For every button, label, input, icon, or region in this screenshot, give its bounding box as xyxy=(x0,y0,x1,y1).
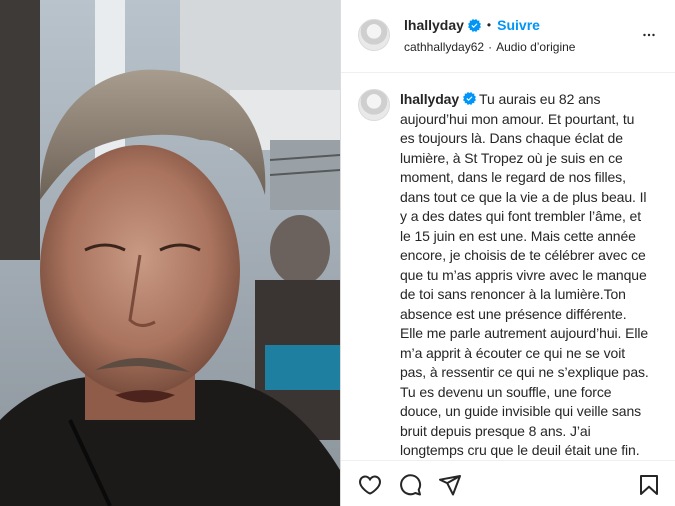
post-media-video[interactable] xyxy=(0,0,340,506)
caption-avatar[interactable] xyxy=(358,89,390,121)
caption-block: lhallyday Tu aurais eu 82 ans aujourd’hu… xyxy=(400,90,650,460)
post-header: lhallyday • Suivre cathhallyday62 · Audi… xyxy=(341,0,675,73)
send-icon[interactable] xyxy=(438,473,462,497)
post-side-panel: lhallyday • Suivre cathhallyday62 · Audi… xyxy=(340,0,675,506)
caption-area: lhallyday Tu aurais eu 82 ans aujourd’hu… xyxy=(341,73,675,460)
author-avatar[interactable] xyxy=(358,19,390,51)
author-line: lhallyday • Suivre xyxy=(404,17,540,33)
audio-label[interactable]: Audio d’origine xyxy=(496,40,575,54)
verified-badge-icon xyxy=(463,92,477,105)
caption-text: Tu aurais eu 82 ans aujourd’hui mon amou… xyxy=(400,91,649,458)
video-frame-image xyxy=(0,0,340,506)
verified-badge-icon xyxy=(467,18,481,32)
heart-icon[interactable] xyxy=(358,473,382,497)
follow-button[interactable]: Suivre xyxy=(497,17,540,33)
audio-username[interactable]: cathhallyday62 xyxy=(404,40,484,54)
separator-dot: • xyxy=(486,18,492,32)
caption-username[interactable]: lhallyday xyxy=(400,91,459,107)
audio-separator: · xyxy=(488,40,493,54)
author-username[interactable]: lhallyday xyxy=(404,17,464,33)
action-bar xyxy=(341,460,675,506)
more-options-icon[interactable] xyxy=(640,26,658,44)
comment-icon[interactable] xyxy=(398,473,422,497)
audio-line: cathhallyday62 · Audio d’origine xyxy=(404,40,575,54)
bookmark-icon[interactable] xyxy=(637,473,661,497)
